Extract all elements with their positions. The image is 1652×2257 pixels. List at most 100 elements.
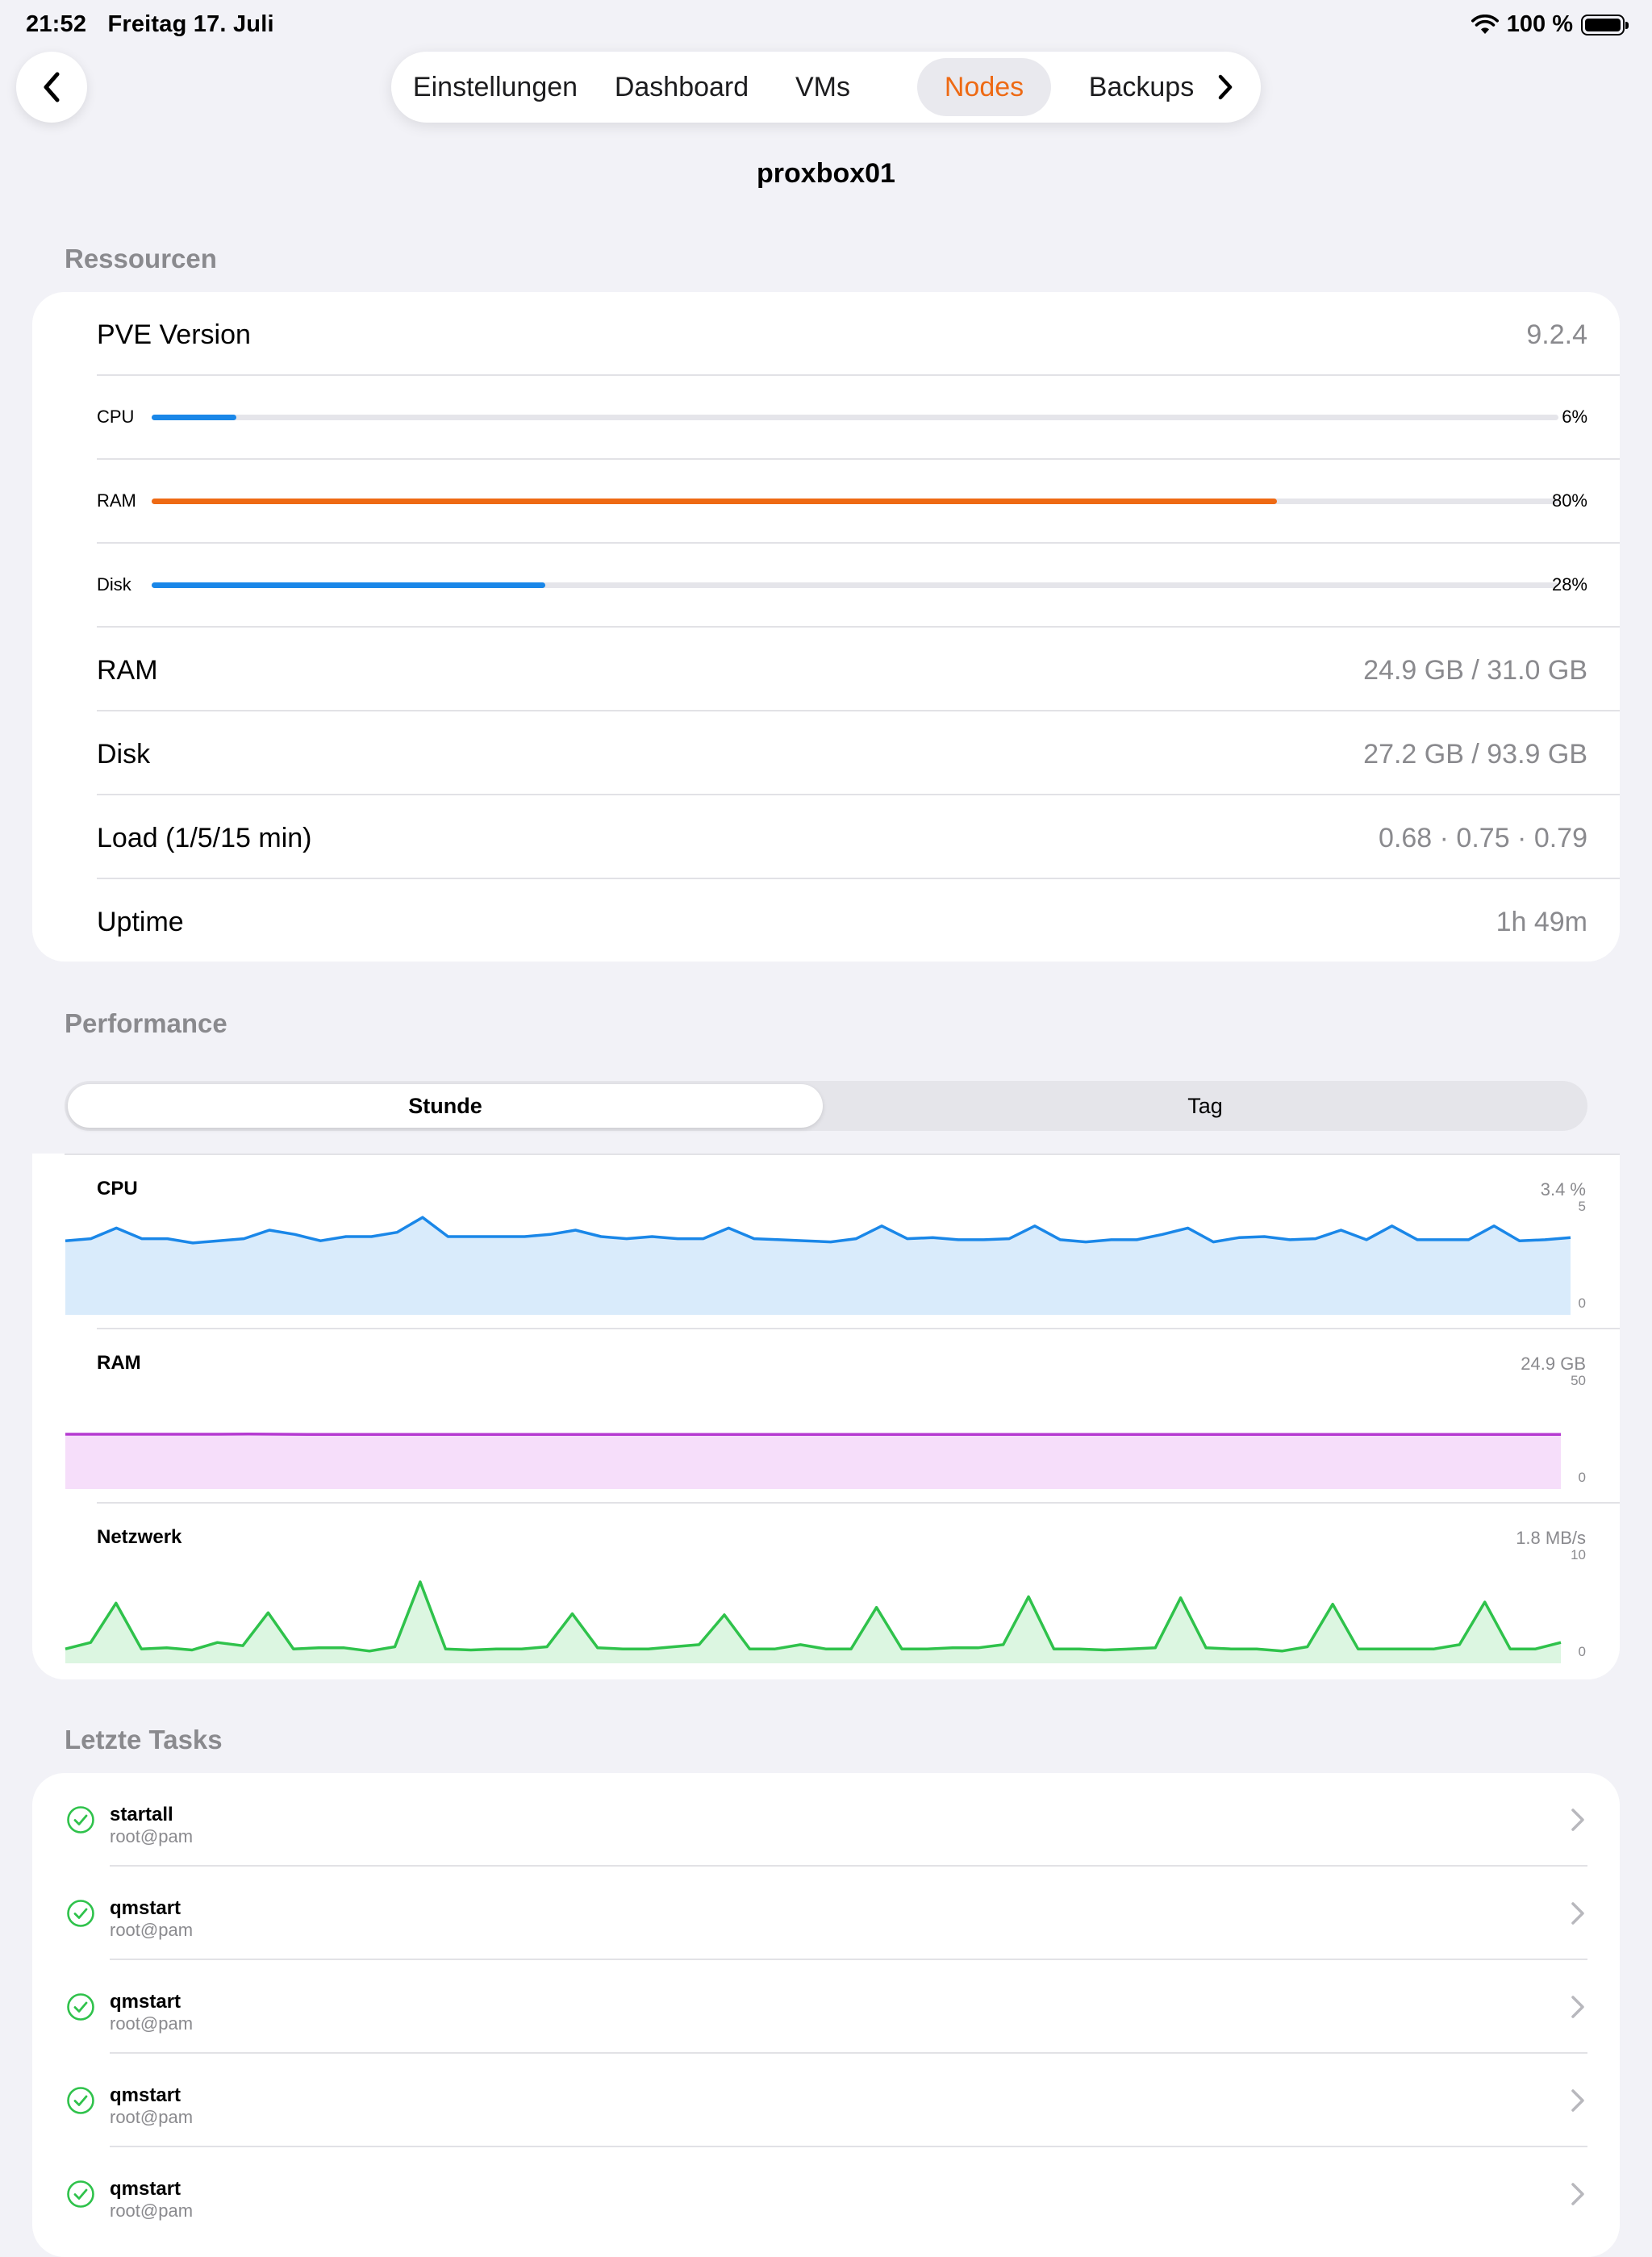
cpu-chart — [65, 1216, 1571, 1315]
task-name: qmstart — [110, 2084, 181, 2106]
section-header-letzte-tasks: Letzte Tasks — [65, 1725, 223, 1754]
checkmark-circle-icon — [67, 1806, 94, 1834]
tab-vms[interactable]: VMs — [780, 58, 866, 116]
ram-usage-label: RAM — [97, 655, 158, 686]
task-user: root@pam — [110, 2013, 194, 2034]
checkmark-circle-icon — [67, 1900, 94, 1927]
performance-card: CPU 3.4 % 5 0 RAM 24.9 GB 50 0 Netzwerk … — [32, 1154, 1620, 1679]
status-time: 21:52 — [26, 11, 87, 37]
ram-chart-title: RAM — [97, 1352, 141, 1374]
cpu-chart-ymax: 5 — [1578, 1199, 1586, 1214]
cpu-bar-label: CPU — [97, 407, 135, 427]
task-row[interactable]: qmstart root@pam — [32, 1960, 1620, 2054]
chevron-right-icon — [1571, 2089, 1584, 2112]
checkmark-circle-icon — [67, 2087, 94, 2114]
network-chart-title: Netzwerk — [97, 1526, 182, 1548]
divider — [65, 1154, 1620, 1155]
load-label: Load (1/5/15 min) — [97, 823, 312, 853]
resources-card: PVE Version 9.2.4 CPU 6% RAM 80% Disk 28… — [32, 292, 1620, 962]
divider — [97, 542, 1620, 544]
ram-chart-current: 24.9 GB — [1521, 1354, 1586, 1374]
tab-bar: Einstellungen Dashboard VMs Nodes Backup… — [391, 52, 1261, 123]
pve-version-value: 9.2.4 — [1526, 319, 1587, 350]
network-chart-ymax: 10 — [1571, 1547, 1586, 1562]
ram-bar-label: RAM — [97, 490, 136, 511]
cpu-bar-fill — [152, 415, 236, 420]
tab-backups[interactable]: Backups — [1066, 58, 1217, 116]
divider — [97, 1328, 1620, 1329]
page-title: proxbox01 — [757, 158, 895, 189]
chevron-right-icon — [1571, 2183, 1584, 2205]
status-bar-left: 21:52 Freitag 17. Juli — [26, 11, 289, 38]
ram-chart-ymax: 50 — [1571, 1373, 1586, 1388]
divider — [97, 794, 1620, 795]
task-row[interactable]: qmstart root@pam — [32, 2054, 1620, 2147]
cpu-bar-percent: 6% — [1562, 407, 1587, 427]
disk-usage-value: 27.2 GB / 93.9 GB — [1363, 739, 1587, 770]
ram-chart — [65, 1432, 1561, 1489]
task-user: root@pam — [110, 1826, 194, 1846]
chevron-right-icon — [1571, 1902, 1584, 1925]
chevron-right-icon — [1571, 1996, 1584, 2018]
segment-stunde[interactable]: Stunde — [68, 1084, 823, 1128]
tab-nodes[interactable]: Nodes — [917, 58, 1051, 116]
task-name: qmstart — [110, 1991, 181, 2013]
chart-area-fill — [65, 1582, 1561, 1663]
uptime-value: 1h 49m — [1496, 907, 1587, 937]
task-user: root@pam — [110, 2107, 194, 2127]
divider — [97, 626, 1620, 628]
chevron-right-icon — [1571, 1809, 1584, 1831]
uptime-label: Uptime — [97, 907, 184, 937]
divider — [97, 710, 1620, 711]
divider — [97, 458, 1620, 460]
disk-bar-label: Disk — [97, 574, 131, 594]
task-row[interactable]: qmstart root@pam — [32, 2147, 1620, 2241]
disk-bar-percent: 28% — [1551, 574, 1587, 594]
wifi-icon — [1471, 14, 1499, 34]
pve-version-label: PVE Version — [97, 319, 251, 350]
ram-bar-track — [152, 499, 1558, 504]
checkmark-circle-icon — [67, 2180, 94, 2208]
ram-chart-ymin: 0 — [1578, 1470, 1586, 1485]
disk-usage-label: Disk — [97, 739, 151, 770]
task-row[interactable]: startall root@pam — [32, 1773, 1620, 1867]
task-name: qmstart — [110, 1897, 181, 1919]
task-row[interactable]: qmstart root@pam — [32, 1867, 1620, 1960]
cpu-chart-ymin: 0 — [1578, 1295, 1586, 1311]
divider — [97, 1502, 1620, 1504]
tab-dashboard[interactable]: Dashboard — [603, 58, 761, 116]
network-chart-current: 1.8 MB/s — [1516, 1528, 1586, 1548]
cpu-bar-track — [152, 415, 1558, 420]
ram-bar-fill — [152, 499, 1278, 504]
ram-bar-percent: 80% — [1551, 490, 1587, 511]
task-user: root@pam — [110, 1920, 194, 1940]
section-header-performance: Performance — [65, 1008, 227, 1038]
chart-area-fill — [65, 1433, 1561, 1489]
status-date: Freitag 17. Juli — [107, 11, 274, 37]
section-header-ressourcen: Ressourcen — [65, 244, 217, 273]
disk-bar-track — [152, 582, 1558, 588]
battery-percent: 100 % — [1506, 11, 1573, 37]
segment-tag[interactable]: Tag — [826, 1084, 1584, 1128]
network-chart-ymin: 0 — [1578, 1644, 1586, 1659]
chevron-right-icon — [1218, 74, 1233, 100]
ram-usage-value: 24.9 GB / 31.0 GB — [1363, 655, 1587, 686]
divider — [97, 878, 1620, 879]
cpu-chart-current: 3.4 % — [1540, 1179, 1586, 1199]
load-value: 0.68 · 0.75 · 0.79 — [1379, 823, 1587, 853]
status-bar-right: 100 % — [1471, 11, 1629, 38]
cpu-chart-title: CPU — [97, 1178, 138, 1199]
chart-series-line — [65, 1432, 1561, 1437]
disk-bar-fill — [152, 582, 546, 588]
task-name: startall — [110, 1804, 173, 1825]
task-name: qmstart — [110, 2178, 181, 2200]
tab-einstellungen[interactable]: Einstellungen — [403, 58, 588, 116]
battery-icon — [1581, 14, 1629, 35]
time-range-segmented-control: Stunde Tag — [65, 1081, 1587, 1131]
tab-bar-more-button[interactable] — [1204, 66, 1246, 108]
chevron-left-icon — [44, 72, 60, 102]
back-button[interactable] — [16, 52, 87, 123]
checkmark-circle-icon — [67, 1993, 94, 2021]
divider — [97, 374, 1620, 376]
network-chart — [65, 1580, 1562, 1663]
